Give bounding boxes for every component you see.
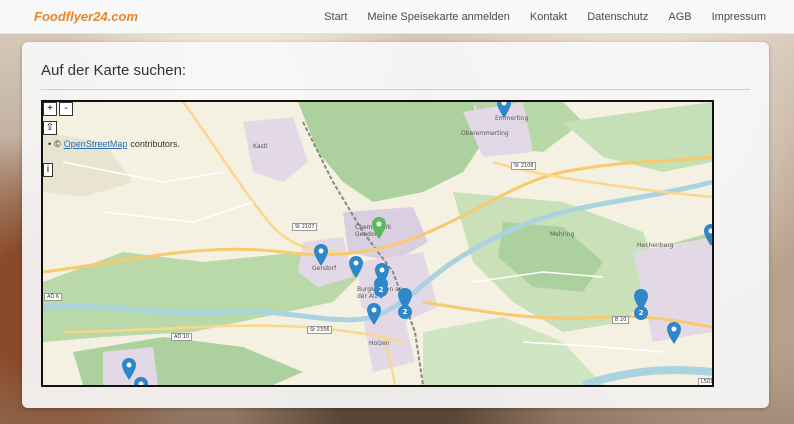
- attribution-bullet: •: [48, 139, 52, 149]
- map-pin-marker[interactable]: [349, 256, 363, 278]
- place-label-holzen: Holzen: [369, 340, 390, 347]
- map-pin-marker[interactable]: [497, 100, 511, 118]
- nav-links: Start Meine Speisekarte anmelden Kontakt…: [324, 0, 766, 34]
- map-view[interactable]: + - ⇧ i • © OpenStreetMap contributors. …: [41, 100, 714, 387]
- place-label-oberemmerting: Oberemmerting: [461, 130, 509, 137]
- place-label-mehring: Mehring: [550, 231, 575, 238]
- nav-start[interactable]: Start: [324, 11, 347, 23]
- nav-datenschutz[interactable]: Datenschutz: [587, 11, 648, 23]
- map-attribution: • © OpenStreetMap contributors.: [48, 139, 180, 149]
- pan-up-button[interactable]: ⇧: [43, 121, 57, 135]
- nav-kontakt[interactable]: Kontakt: [530, 11, 567, 23]
- attribution-suffix: contributors.: [130, 139, 180, 149]
- place-label-kastl: Kastl: [253, 143, 268, 150]
- top-navbar: Foodflyer24.com Start Meine Speisekarte …: [0, 0, 794, 34]
- road-tag-l501: L501: [698, 378, 712, 385]
- map-pin-marker[interactable]: [314, 244, 328, 266]
- map-pin-marker[interactable]: [667, 322, 681, 344]
- road-tag-st2108: St 2108: [511, 162, 537, 170]
- zoom-in-button[interactable]: +: [43, 102, 57, 116]
- road-tag-st2356: St 2356: [307, 326, 333, 334]
- cluster-count: 2: [402, 308, 408, 316]
- road-tag-b20: B 20: [612, 316, 630, 324]
- map-pin-marker[interactable]: [367, 303, 381, 325]
- info-toggle-button[interactable]: i: [43, 163, 53, 177]
- cluster-count: 2: [638, 309, 644, 317]
- marker-cluster[interactable]: 2: [374, 277, 388, 303]
- place-label-gendorf: Gendorf: [312, 265, 337, 272]
- map-pin-marker[interactable]: [134, 377, 148, 387]
- marker-cluster[interactable]: 2: [634, 289, 648, 325]
- place-label-hechenberg: Hechenberg: [637, 242, 674, 249]
- nav-speisekarte-anmelden[interactable]: Meine Speisekarte anmelden: [367, 11, 509, 23]
- page-title: Auf der Karte suchen:: [41, 62, 187, 79]
- map-pin-marker[interactable]: [704, 224, 714, 246]
- osm-link[interactable]: OpenStreetMap: [64, 139, 128, 149]
- zoom-out-button[interactable]: -: [59, 102, 73, 116]
- marker-cluster[interactable]: 2: [398, 288, 412, 324]
- brand-logo[interactable]: Foodflyer24.com: [34, 9, 138, 24]
- title-divider: [41, 89, 750, 90]
- cluster-count: 2: [378, 286, 384, 294]
- highlight-pin-marker[interactable]: [372, 217, 386, 239]
- copyright-symbol: ©: [54, 139, 61, 149]
- map-search-card: Auf der Karte suchen: + - ⇧ i • © OpenSt…: [22, 42, 769, 408]
- road-tag-st2107: St 2107: [292, 223, 318, 231]
- road-tag-ao10: AÖ 10: [171, 333, 193, 341]
- road-tag-ao6: AÖ 6: [44, 293, 63, 301]
- nav-agb[interactable]: AGB: [668, 11, 691, 23]
- nav-impressum[interactable]: Impressum: [712, 11, 766, 23]
